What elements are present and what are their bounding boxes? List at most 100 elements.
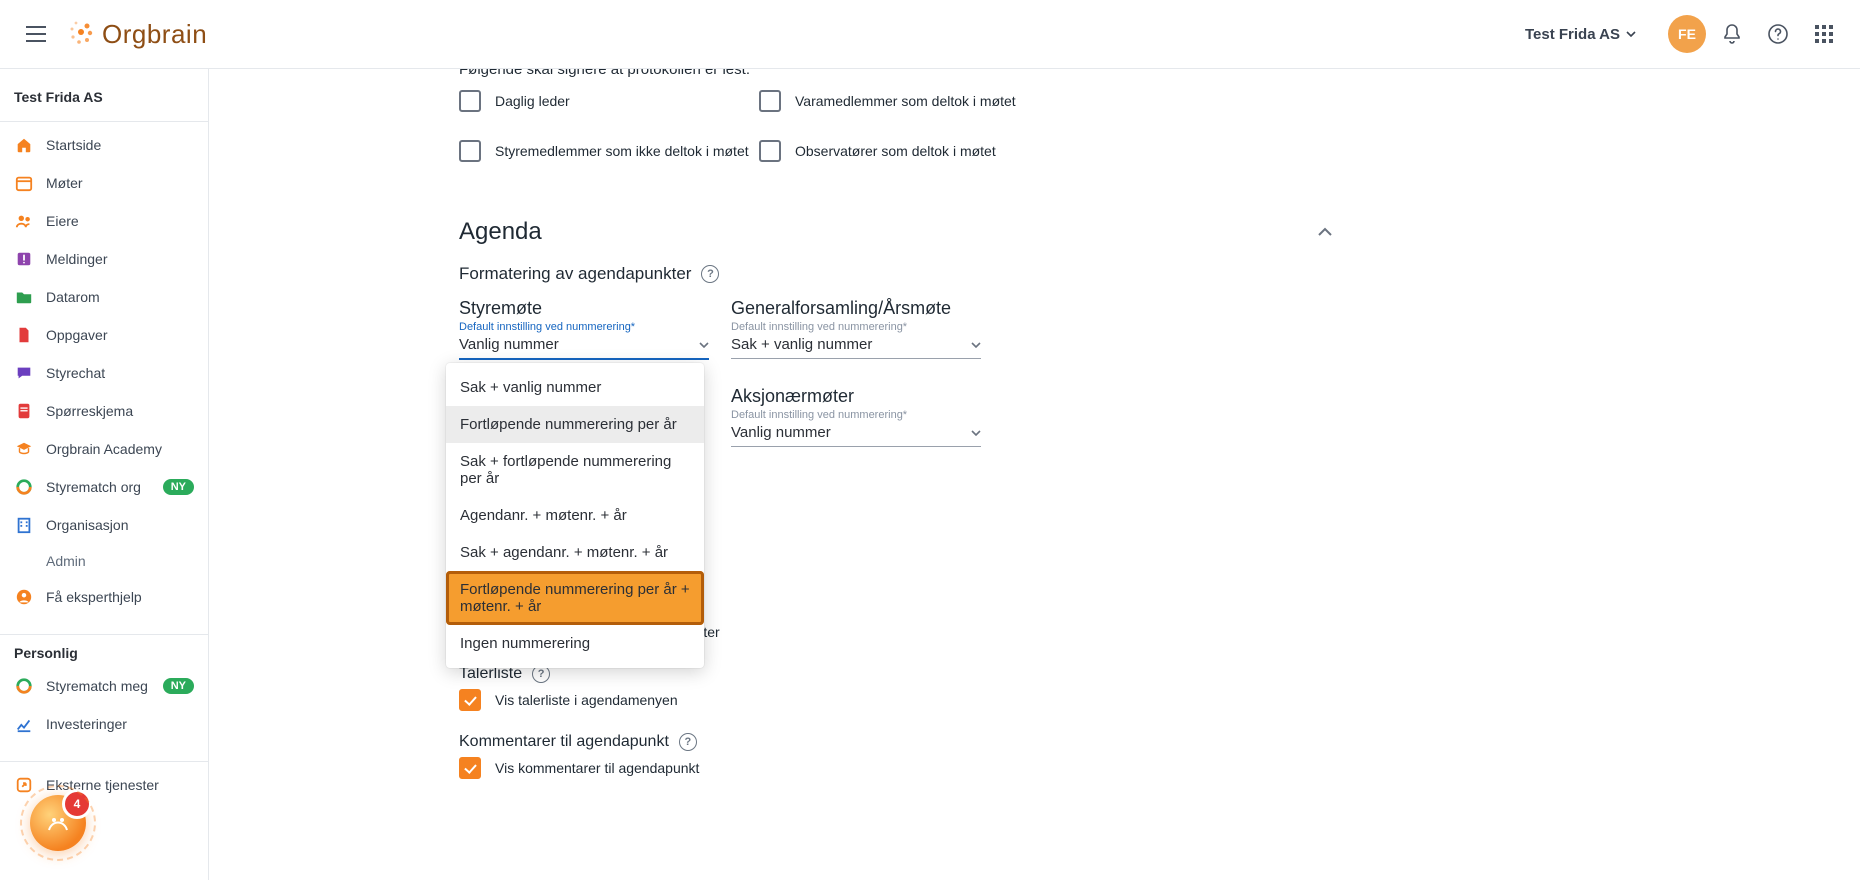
- caret-down-icon: [971, 430, 981, 436]
- kommentarer-title: Kommentarer til agendapunkt: [459, 733, 669, 751]
- sidebar-item-label: Styrematch org: [46, 479, 141, 495]
- survey-icon: [14, 401, 34, 421]
- sidebar-item-label: Styrechat: [46, 365, 105, 381]
- sidebar-item-label: Møter: [46, 175, 83, 191]
- sidebar-item-datarom[interactable]: Datarom: [0, 278, 208, 316]
- checkbox-icon[interactable]: [459, 689, 481, 711]
- dropdown-option[interactable]: Sak + vanlig nummer: [446, 369, 704, 406]
- avatar-initials: FE: [1678, 26, 1696, 42]
- caret-down-icon: [1626, 31, 1636, 37]
- calendar-icon: [14, 173, 34, 193]
- main-content: Følgende skal signere at protokollen er …: [209, 69, 1860, 880]
- dropdown-option[interactable]: Agendanr. + møtenr. + år: [446, 497, 704, 534]
- checkbox-icon[interactable]: [759, 140, 781, 162]
- sidebar-item-label: Organisasjon: [46, 517, 129, 533]
- sidebar-personal-title: Personlig: [0, 639, 208, 667]
- sidebar-item-moter[interactable]: Møter: [0, 164, 208, 202]
- sidebar-item-investeringer[interactable]: Investeringer: [0, 705, 208, 743]
- sidebar-item-styrematch-meg[interactable]: Styrematch meg NY: [0, 667, 208, 705]
- kommentarer-checkbox-row[interactable]: Vis kommentarer til agendapunkt: [459, 757, 1379, 779]
- dropdown-option[interactable]: Ingen nummerering: [446, 625, 704, 662]
- sidebar-item-label: Orgbrain Academy: [46, 441, 162, 457]
- folder-icon: [14, 287, 34, 307]
- checkbox-label: Vis kommentarer til agendapunkt: [495, 760, 699, 776]
- help-tooltip[interactable]: ?: [679, 733, 697, 751]
- help-tooltip[interactable]: ?: [701, 265, 719, 283]
- caret-down-icon: [971, 342, 981, 348]
- dropdown-option[interactable]: Sak + agendanr. + møtenr. + år: [446, 534, 704, 571]
- alert-icon: [14, 249, 34, 269]
- guide-launcher[interactable]: 4: [30, 795, 86, 851]
- sidebar-item-meldinger[interactable]: Meldinger: [0, 240, 208, 278]
- guide-count-badge: 4: [62, 789, 92, 819]
- signatories-title: Følgende skal signere at protokollen er …: [459, 69, 1379, 78]
- building-icon: [14, 515, 34, 535]
- dropdown-option-highlighted[interactable]: Fortløpende nummerering per år + møtenr.…: [446, 571, 704, 625]
- academy-icon: [14, 439, 34, 459]
- sidebar-org-title: Test Frida AS: [0, 77, 208, 117]
- checkbox-label: Daglig leder: [495, 93, 570, 109]
- dropdown-option[interactable]: Sak + fortløpende nummerering per år: [446, 443, 704, 497]
- signatory-option[interactable]: Styremedlemmer som ikke deltok i møtet: [459, 140, 759, 162]
- checkbox-icon[interactable]: [759, 90, 781, 112]
- chart-icon: [14, 714, 34, 734]
- numbering-col-title: Styremøte: [459, 298, 709, 319]
- dropdown-option[interactable]: Fortløpende nummerering per år: [446, 406, 704, 443]
- caret-down-icon: [699, 342, 709, 348]
- numbering-select-gf[interactable]: Sak + vanlig nummer: [731, 333, 981, 359]
- select-value: Vanlig nummer: [459, 336, 559, 353]
- sidebar-item-academy[interactable]: Orgbrain Academy: [0, 430, 208, 468]
- checkbox-label: Styremedlemmer som ikke deltok i møtet: [495, 143, 749, 159]
- org-switcher[interactable]: Test Frida AS: [1519, 22, 1642, 47]
- collapse-section-button[interactable]: [1311, 218, 1339, 246]
- app-header: Orgbrain Test Frida AS FE: [0, 0, 1860, 69]
- sidebar-item-styrechat[interactable]: Styrechat: [0, 354, 208, 392]
- sidebar-item-label: Meldinger: [46, 251, 107, 267]
- signatory-option[interactable]: Daglig leder: [459, 90, 759, 112]
- menu-toggle-button[interactable]: [16, 14, 56, 54]
- hamburger-icon: [26, 26, 46, 42]
- sidebar-item-label: Investeringer: [46, 716, 127, 732]
- sidebar-item-startside[interactable]: Startside: [0, 126, 208, 164]
- user-avatar[interactable]: FE: [1668, 15, 1706, 53]
- sidebar-item-label: Eiere: [46, 213, 79, 229]
- brand-logo-text: Orgbrain: [102, 19, 207, 50]
- numbering-block-gf: Generalforsamling/Årsmøte Default innsti…: [731, 298, 981, 360]
- field-label: Default innstilling ved nummerering*: [459, 321, 709, 333]
- brand-logo[interactable]: Orgbrain: [64, 15, 207, 53]
- checkbox-icon[interactable]: [459, 90, 481, 112]
- sidebar-item-label: Oppgaver: [46, 327, 107, 343]
- brand-logo-mark: [64, 15, 98, 49]
- bell-icon: [1722, 23, 1742, 45]
- sidebar-item-oppgaver[interactable]: Oppgaver: [0, 316, 208, 354]
- numbering-col-title: Aksjonærmøter: [731, 386, 981, 407]
- expert-icon: [14, 587, 34, 607]
- signatory-option[interactable]: Observatører som deltok i møtet: [759, 140, 1059, 162]
- sidebar-item-sporreskjema[interactable]: Spørreskjema: [0, 392, 208, 430]
- apps-button[interactable]: [1804, 14, 1844, 54]
- talerliste-checkbox-row[interactable]: Vis talerliste i agendamenyen: [459, 689, 1379, 711]
- checkbox-icon[interactable]: [459, 757, 481, 779]
- numbering-select-am[interactable]: Vanlig nummer: [731, 421, 981, 447]
- checkbox-icon[interactable]: [459, 140, 481, 162]
- signatory-option[interactable]: Varamedlemmer som deltok i møtet: [759, 90, 1059, 112]
- sidebar-item-organisasjon[interactable]: Organisasjon: [0, 506, 208, 544]
- agenda-section-title: Agenda: [459, 218, 542, 246]
- sidebar-item-label: Få eksperthjelp: [46, 589, 142, 605]
- users-icon: [14, 211, 34, 231]
- help-icon: [1767, 23, 1789, 45]
- numbering-select-styremote[interactable]: Vanlig nummer Sak + vanlig nummer Fortlø…: [459, 333, 709, 360]
- external-icon: [14, 775, 34, 795]
- sidebar-item-label: Datarom: [46, 289, 100, 305]
- sidebar-item-label: Admin: [46, 553, 86, 569]
- help-button[interactable]: [1758, 14, 1798, 54]
- checkbox-label: Varamedlemmer som deltok i møtet: [795, 93, 1016, 109]
- chat-icon: [14, 363, 34, 383]
- sidebar-item-admin[interactable]: Admin: [0, 544, 208, 578]
- notifications-button[interactable]: [1712, 14, 1752, 54]
- sidebar-item-eksperthjelp[interactable]: Få eksperthjelp: [0, 578, 208, 616]
- sidebar-item-styrematch-org[interactable]: Styrematch org NY: [0, 468, 208, 506]
- guide-icon: [45, 810, 71, 836]
- chevron-up-icon: [1317, 227, 1333, 237]
- sidebar-item-eiere[interactable]: Eiere: [0, 202, 208, 240]
